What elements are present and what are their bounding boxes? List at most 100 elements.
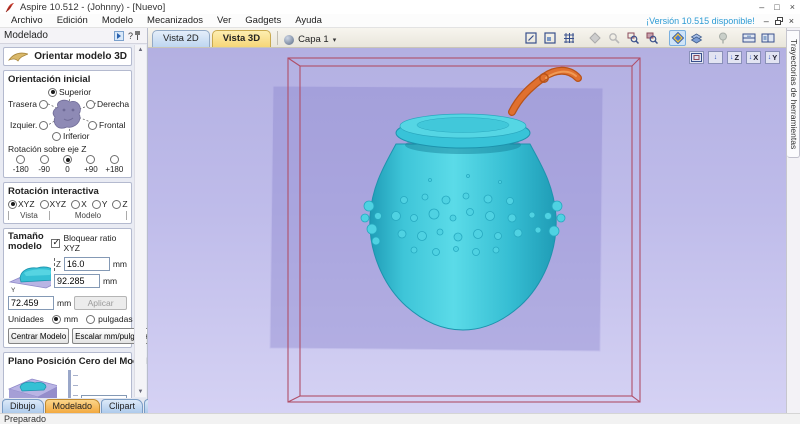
3d-viewport[interactable]: ↓ ↓ Z ↓ X ↓ Y bbox=[148, 48, 786, 413]
ir-radio-xyz-model[interactable] bbox=[39, 199, 49, 209]
orient-model-label: Orientar modelo 3D bbox=[34, 51, 127, 62]
interactive-rotation-group: Rotación interactiva XYZ XYZ X Y Z Vista… bbox=[3, 182, 132, 224]
mdi-minimize-button[interactable]: – bbox=[764, 16, 769, 26]
center-model-button[interactable]: Centrar Modelo bbox=[8, 328, 70, 344]
depth-input[interactable] bbox=[81, 395, 127, 398]
fit-drawing-icon[interactable] bbox=[522, 30, 539, 46]
layer-dropdown[interactable]: Capa 1 ▾ bbox=[284, 34, 336, 45]
status-bar: Preparado bbox=[0, 413, 800, 424]
menu-mecanizados[interactable]: Mecanizados bbox=[140, 15, 210, 26]
ir-radio-x[interactable] bbox=[71, 199, 81, 209]
zoom-selected-icon[interactable] bbox=[643, 30, 660, 46]
ir-radio-z[interactable] bbox=[112, 199, 122, 209]
tile-windows-2d3d-icon[interactable] bbox=[740, 30, 757, 46]
ir-scope-model: Modelo bbox=[50, 211, 127, 220]
zoom-icon[interactable] bbox=[605, 30, 622, 46]
panel-scrollbar[interactable]: ▲ ▼ bbox=[134, 45, 146, 397]
unit-inches-radio[interactable] bbox=[86, 314, 96, 324]
rotz-label-minus90: -90 bbox=[38, 165, 50, 174]
plan-view-icon[interactable]: ↓ bbox=[708, 51, 723, 64]
orientation-radio-frontal[interactable] bbox=[88, 120, 97, 130]
panel-switch-icon[interactable] bbox=[113, 30, 124, 41]
menu-gadgets[interactable]: Gadgets bbox=[238, 15, 288, 26]
size-y-input[interactable] bbox=[8, 296, 54, 310]
rotz-radio-plus90[interactable] bbox=[86, 155, 96, 164]
size-z-input[interactable] bbox=[63, 257, 110, 271]
lock-ratio-checkbox[interactable] bbox=[51, 237, 61, 248]
ir-label-xyz-model: XYZ bbox=[49, 199, 67, 209]
menu-archivo[interactable]: Archivo bbox=[4, 15, 50, 26]
view-orientation-toolbar: ↓ ↓ Z ↓ X ↓ Y bbox=[689, 51, 780, 64]
rotz-label-minus180: -180 bbox=[12, 165, 29, 174]
scroll-down-icon[interactable]: ▼ bbox=[138, 389, 144, 395]
orientation-radio-trasera[interactable] bbox=[38, 99, 48, 109]
mdi-restore-button[interactable] bbox=[774, 16, 783, 25]
panel-tab-bar: Dibujo Modelado Clipart Capas bbox=[0, 398, 187, 413]
menu-edicion[interactable]: Edición bbox=[50, 15, 95, 26]
view-x-icon[interactable]: ↓ X bbox=[746, 51, 761, 64]
tile-windows-vertical-icon[interactable] bbox=[759, 30, 776, 46]
layers-icon[interactable] bbox=[688, 30, 705, 46]
apply-button[interactable]: Aplicar bbox=[74, 296, 127, 310]
toolpaths-tab[interactable]: Trayectorias de herramientas bbox=[787, 30, 800, 159]
maximize-button[interactable]: □ bbox=[774, 2, 779, 12]
orient-model-section[interactable]: Orientar modelo 3D bbox=[3, 47, 132, 66]
unit-mm-radio[interactable] bbox=[51, 314, 61, 324]
panel-scroll-area: Orientar modelo 3D Orientación inicial S… bbox=[0, 44, 147, 398]
tab-modelado[interactable]: Modelado bbox=[44, 399, 101, 413]
rotz-radio-minus180[interactable] bbox=[16, 155, 26, 164]
view-toolbar bbox=[522, 30, 776, 46]
orientation-diagram: Superior Trasera Derecha Izquier. Fronta… bbox=[8, 87, 129, 141]
orientation-radio-derecha[interactable] bbox=[86, 99, 95, 109]
unit-inches-label: pulgadas bbox=[98, 314, 133, 324]
tab-vista-3d[interactable]: Vista 3D bbox=[211, 30, 272, 47]
size-z-unit: mm bbox=[112, 259, 127, 269]
panel-title: Modelado bbox=[4, 30, 48, 41]
iso-view-icon[interactable] bbox=[689, 51, 704, 64]
size-x-input[interactable] bbox=[53, 274, 100, 288]
layer-label: Capa 1 bbox=[298, 34, 329, 45]
orientation-radio-inferior[interactable] bbox=[52, 131, 61, 141]
tab-clipart[interactable]: Clipart bbox=[101, 399, 144, 413]
zero-plane-group: Plano Posición Cero del Modelo 15.976 bbox=[3, 352, 147, 398]
toggle-3d-view-icon[interactable] bbox=[669, 30, 686, 46]
zero-plane-title: Plano Posición Cero del Modelo bbox=[8, 356, 147, 367]
fit-selection-icon[interactable] bbox=[541, 30, 558, 46]
ir-radio-y[interactable] bbox=[91, 199, 101, 209]
axis-y-label: Y bbox=[11, 287, 16, 293]
menu-ver[interactable]: Ver bbox=[210, 15, 238, 26]
orientation-label-superior: Superior bbox=[59, 87, 92, 97]
rotz-radio-0[interactable] bbox=[63, 155, 73, 164]
mdi-close-button[interactable]: × bbox=[789, 16, 794, 26]
menu-modelo[interactable]: Modelo bbox=[95, 15, 140, 26]
menu-ayuda[interactable]: Ayuda bbox=[288, 15, 329, 26]
orientation-radio-izquier[interactable] bbox=[39, 120, 49, 130]
scroll-up-icon[interactable]: ▲ bbox=[138, 47, 144, 53]
zero-plane-slider[interactable] bbox=[61, 369, 78, 398]
version-update-link[interactable]: ¡Versión 10.515 disponible! bbox=[646, 16, 755, 26]
modeling-panel: Modelado ? Orientar modelo 3D Orientació… bbox=[0, 28, 187, 413]
axis-z-label: Z bbox=[55, 259, 61, 269]
app-window: Aspire 10.512 - (Johnny) - [Nuevo] – □ ×… bbox=[0, 0, 800, 424]
pin-icon[interactable] bbox=[135, 31, 143, 40]
ir-scope-view: Vista bbox=[8, 211, 50, 220]
orientation-radio-superior[interactable] bbox=[48, 87, 57, 97]
size-title: Tamaño modelo bbox=[8, 231, 44, 253]
view-tab-bar: Vista 2D Vista 3D Capa 1 ▾ bbox=[148, 28, 786, 48]
help-icon[interactable]: ? bbox=[128, 31, 133, 41]
close-button[interactable]: × bbox=[790, 2, 795, 12]
tab-vista-2d[interactable]: Vista 2D bbox=[152, 30, 210, 47]
orientation-label-frontal: Frontal bbox=[99, 120, 126, 130]
tab-dibujo[interactable]: Dibujo bbox=[2, 399, 44, 413]
pan-icon[interactable] bbox=[586, 30, 603, 46]
rotz-radio-plus180[interactable] bbox=[109, 155, 119, 164]
snap-grid-icon[interactable] bbox=[560, 30, 577, 46]
minimize-button[interactable]: – bbox=[759, 2, 764, 12]
material-icon[interactable] bbox=[714, 30, 731, 46]
zoom-box-icon[interactable] bbox=[624, 30, 641, 46]
ir-radio-xyz-view[interactable] bbox=[8, 199, 17, 209]
view-y-icon[interactable]: ↓ Y bbox=[765, 51, 780, 64]
rotz-radio-minus90[interactable] bbox=[39, 155, 49, 164]
rotz-label-plus180: +180 bbox=[105, 165, 124, 174]
view-z-icon[interactable]: ↓ Z bbox=[727, 51, 742, 64]
